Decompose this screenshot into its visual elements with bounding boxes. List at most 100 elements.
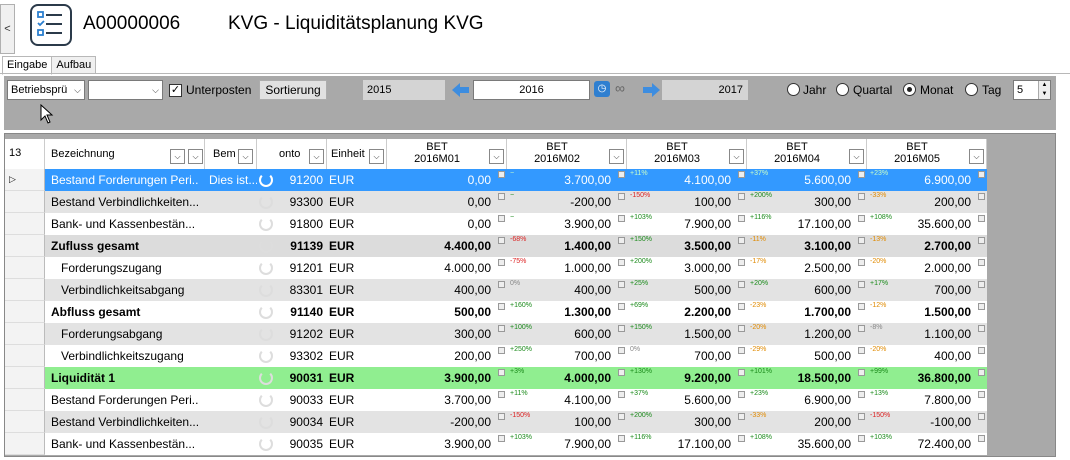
row-selector[interactable]: [5, 411, 45, 433]
table-row[interactable]: Forderungszugang 91201 EUR 4.000,00 -75% 1.00…: [5, 257, 987, 279]
filter-dropdown-icon[interactable]: ⌵: [729, 149, 744, 164]
cell-detail-icon[interactable]: [498, 281, 505, 288]
refresh-icon[interactable]: [259, 261, 273, 275]
cell-detail-icon[interactable]: [858, 435, 865, 442]
row-value[interactable]: 200,00: [387, 345, 491, 367]
cell-detail-icon[interactable]: [738, 259, 745, 266]
row-selector[interactable]: [5, 323, 45, 345]
cell-detail-icon[interactable]: [858, 281, 865, 288]
cell-detail-icon[interactable]: [858, 325, 865, 332]
cell-detail-icon[interactable]: [618, 171, 625, 178]
cell-detail-icon[interactable]: [978, 391, 985, 398]
col-month-4[interactable]: BET 2016M04 ⌵: [747, 139, 867, 169]
cell-detail-icon[interactable]: [978, 325, 985, 332]
filter-dropdown-icon[interactable]: ⌵: [969, 149, 984, 164]
cell-detail-icon[interactable]: [738, 237, 745, 244]
row-value[interactable]: 3.000,00: [627, 257, 731, 279]
row-value[interactable]: 1.700,00: [747, 301, 851, 323]
cell-detail-icon[interactable]: [858, 369, 865, 376]
row-selector[interactable]: [5, 301, 45, 323]
table-row[interactable]: Abfluss gesamt 91140 EUR 500,00 +160% 1.300,0…: [5, 301, 987, 323]
filter-dropdown-icon[interactable]: ⌵: [609, 149, 624, 164]
row-value[interactable]: 1.500,00: [867, 301, 971, 323]
cell-detail-icon[interactable]: [618, 325, 625, 332]
cell-detail-icon[interactable]: [618, 303, 625, 310]
col-bezeichnung[interactable]: Bezeichnung ⌵ ⌵: [45, 139, 205, 169]
row-value[interactable]: 700,00: [507, 345, 611, 367]
cell-detail-icon[interactable]: [858, 193, 865, 200]
row-value[interactable]: 600,00: [747, 279, 851, 301]
infinity-icon[interactable]: ∞: [615, 80, 625, 96]
row-value[interactable]: 400,00: [867, 345, 971, 367]
row-selector[interactable]: [5, 235, 45, 257]
row-value[interactable]: 7.800,00: [867, 389, 971, 411]
radio-tag[interactable]: [965, 83, 978, 96]
stepper-down-icon[interactable]: ▼: [1038, 90, 1050, 99]
table-row[interactable]: Liquidität 1 90031 EUR 3.900,00 +3% 4.000,00 +…: [5, 367, 987, 389]
cell-detail-icon[interactable]: [618, 413, 625, 420]
cell-detail-icon[interactable]: [618, 259, 625, 266]
row-value[interactable]: 500,00: [747, 345, 851, 367]
cell-detail-icon[interactable]: [978, 303, 985, 310]
row-selector[interactable]: [5, 345, 45, 367]
col-month-2[interactable]: BET 2016M02 ⌵: [507, 139, 627, 169]
cell-detail-icon[interactable]: [738, 369, 745, 376]
cell-detail-icon[interactable]: [858, 303, 865, 310]
row-value[interactable]: 1.300,00: [507, 301, 611, 323]
current-year-input[interactable]: 2016: [473, 80, 590, 100]
cell-detail-icon[interactable]: [738, 347, 745, 354]
previous-year[interactable]: 2015: [363, 80, 445, 100]
cell-detail-icon[interactable]: [738, 303, 745, 310]
cell-detail-icon[interactable]: [978, 237, 985, 244]
radio-monat[interactable]: [903, 83, 916, 96]
cell-detail-icon[interactable]: [978, 259, 985, 266]
row-value[interactable]: 4.100,00: [627, 169, 731, 191]
cell-detail-icon[interactable]: [738, 215, 745, 222]
cell-detail-icon[interactable]: [618, 215, 625, 222]
cell-detail-icon[interactable]: [618, 435, 625, 442]
cell-detail-icon[interactable]: [498, 347, 505, 354]
row-value[interactable]: 35.600,00: [747, 433, 851, 455]
row-value[interactable]: 600,00: [507, 323, 611, 345]
tab-aufbau[interactable]: Aufbau: [51, 56, 97, 74]
cell-detail-icon[interactable]: [738, 325, 745, 332]
cell-detail-icon[interactable]: [618, 347, 625, 354]
calendar-icon[interactable]: ◷: [594, 81, 610, 97]
cell-detail-icon[interactable]: [978, 435, 985, 442]
table-row[interactable]: Forderungsabgang 91202 EUR 300,00 +100% 600,0…: [5, 323, 987, 345]
col-month-1[interactable]: BET 2016M01 ⌵: [387, 139, 507, 169]
row-value[interactable]: 2.700,00: [867, 235, 971, 257]
filter-select[interactable]: ⌵: [88, 80, 163, 100]
cell-detail-icon[interactable]: [978, 281, 985, 288]
row-value[interactable]: 2.200,00: [627, 301, 731, 323]
filter-dropdown-icon[interactable]: ⌵: [170, 149, 185, 164]
row-selector[interactable]: [5, 213, 45, 235]
row-value[interactable]: 4.400,00: [387, 235, 491, 257]
row-value[interactable]: 7.900,00: [507, 433, 611, 455]
row-value[interactable]: 18.500,00: [747, 367, 851, 389]
cell-detail-icon[interactable]: [978, 215, 985, 222]
table-row[interactable]: Bestand Forderungen Peri... 90033 EUR 3.700…: [5, 389, 987, 411]
row-value[interactable]: 0,00: [387, 213, 491, 235]
row-value[interactable]: 17.100,00: [747, 213, 851, 235]
cell-detail-icon[interactable]: [738, 391, 745, 398]
row-value[interactable]: 1.500,00: [627, 323, 731, 345]
col-month-5[interactable]: BET 2016M05 ⌵: [867, 139, 987, 169]
sort-button[interactable]: Sortierung: [259, 80, 327, 100]
row-value[interactable]: 7.900,00: [627, 213, 731, 235]
cell-detail-icon[interactable]: [498, 215, 505, 222]
refresh-icon[interactable]: [259, 415, 273, 429]
row-value[interactable]: 500,00: [387, 301, 491, 323]
cell-detail-icon[interactable]: [978, 369, 985, 376]
table-row[interactable]: ▷ Bestand Forderungen Peri... Dies ist... 9…: [5, 169, 987, 191]
row-value[interactable]: 300,00: [627, 411, 731, 433]
cell-detail-icon[interactable]: [498, 369, 505, 376]
cell-detail-icon[interactable]: [978, 193, 985, 200]
next-year[interactable]: 2017: [662, 80, 748, 100]
col-konto[interactable]: onto ⌵: [277, 139, 327, 169]
row-value[interactable]: 72.400,00: [867, 433, 971, 455]
cell-detail-icon[interactable]: [738, 413, 745, 420]
row-value[interactable]: 300,00: [387, 323, 491, 345]
cell-detail-icon[interactable]: [738, 435, 745, 442]
arrow-right-icon[interactable]: [642, 82, 662, 98]
